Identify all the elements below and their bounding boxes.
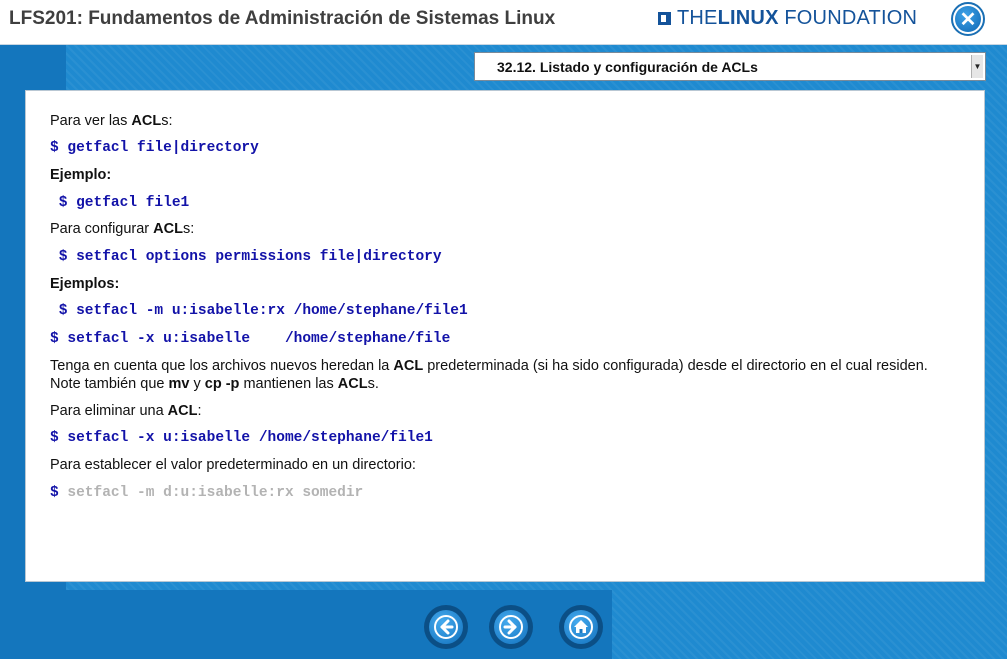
arrow-left-icon [429, 610, 463, 644]
arrow-right-icon [494, 610, 528, 644]
paragraph-inheritance: Tenga en cuenta que los archivos nuevos … [50, 358, 928, 374]
close-icon: ✕ [955, 6, 981, 32]
topic-select[interactable]: 32.12. Listado y configuración de ACLs ▼ [474, 52, 986, 81]
back-button[interactable] [424, 605, 468, 649]
home-button[interactable] [559, 605, 603, 649]
code-setfacl-modify: $ setfacl -m u:isabelle:rx /home/stephan… [50, 303, 468, 319]
header-bar: LFS201: Fundamentos de Administración de… [0, 0, 1007, 45]
logo-text: THELINUX FOUNDATION [677, 6, 918, 29]
paragraph-mv-cp: Note también que mv y cp -p mantienen la… [50, 376, 379, 392]
code-getfacl: $ getfacl file|directory [50, 140, 259, 156]
forward-button[interactable] [489, 605, 533, 649]
logo-mark [658, 11, 671, 25]
heading-examples: Ejemplos: [50, 276, 120, 292]
code-setfacl-remove: $ setfacl -x u:isabelle /home/stephane/f… [50, 331, 451, 347]
paragraph-configure-acls: Para configurar ACLs: [50, 221, 195, 237]
linux-foundation-logo: THELINUX FOUNDATION [658, 5, 917, 31]
close-button[interactable]: ✕ [951, 2, 985, 36]
lesson-content: Para ver las ACLs: $ getfacl file|direct… [25, 90, 985, 582]
code-setfacl: $ setfacl options permissions file|direc… [50, 249, 442, 265]
code-setfacl-remove-file1: $ setfacl -x u:isabelle /home/stephane/f… [50, 430, 433, 446]
home-icon [564, 610, 598, 644]
code-setfacl-default: $ setfacl -m d:u:isabelle:rx somedir [50, 485, 364, 501]
code-getfacl-example: $ getfacl file1 [50, 195, 190, 211]
paragraph-view-acls: Para ver las ACLs: [50, 113, 173, 129]
heading-example: Ejemplo: [50, 167, 112, 183]
paragraph-default-directory: Para establecer el valor predeterminado … [50, 457, 416, 473]
app-title: LFS201: Fundamentos de Administración de… [9, 8, 556, 29]
chevron-down-icon[interactable]: ▼ [971, 55, 983, 78]
paragraph-remove-acl: Para eliminar una ACL: [50, 403, 202, 419]
topic-select-value: 32.12. Listado y configuración de ACLs [497, 59, 758, 75]
